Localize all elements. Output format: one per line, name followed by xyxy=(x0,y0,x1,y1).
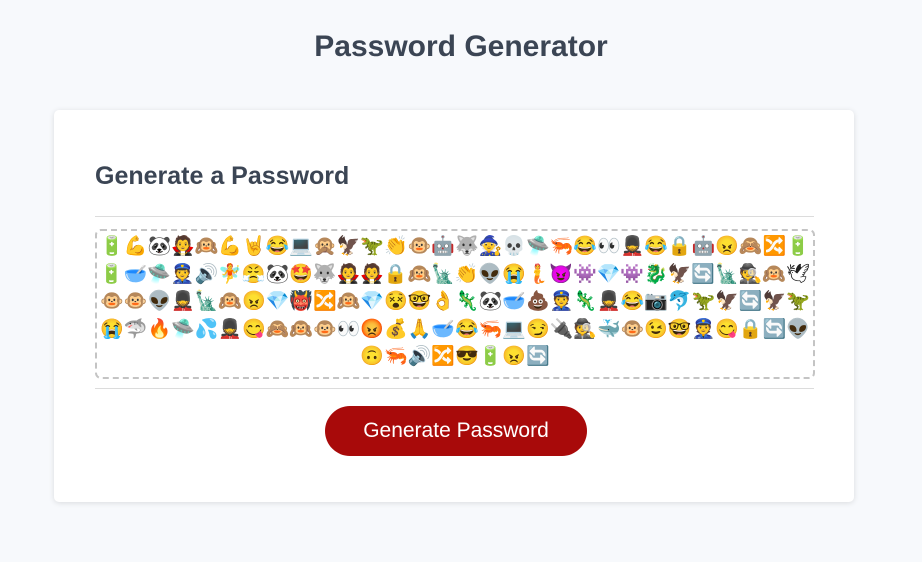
divider-top xyxy=(95,216,814,217)
card-heading: Generate a Password xyxy=(95,162,350,190)
generate-password-button[interactable]: Generate Password xyxy=(325,406,587,456)
divider-bottom xyxy=(95,388,814,389)
password-output[interactable]: 🔋💪🐼🧛🙉💪🤘😂💻🙊🦅🦖👏🐵🤖🐺🧙💀🛸🦐😂👀💂😂🔒🤖😠🙈🔀🔋🔋🥣🛸👮🔊🧚😤🐼🤩🐺… xyxy=(95,229,815,379)
password-card: Generate a Password 🔋💪🐼🧛🙉💪🤘😂💻🙊🦅🦖👏🐵🤖🐺🧙💀🛸🦐… xyxy=(54,110,854,502)
page-title: Password Generator xyxy=(314,30,608,63)
